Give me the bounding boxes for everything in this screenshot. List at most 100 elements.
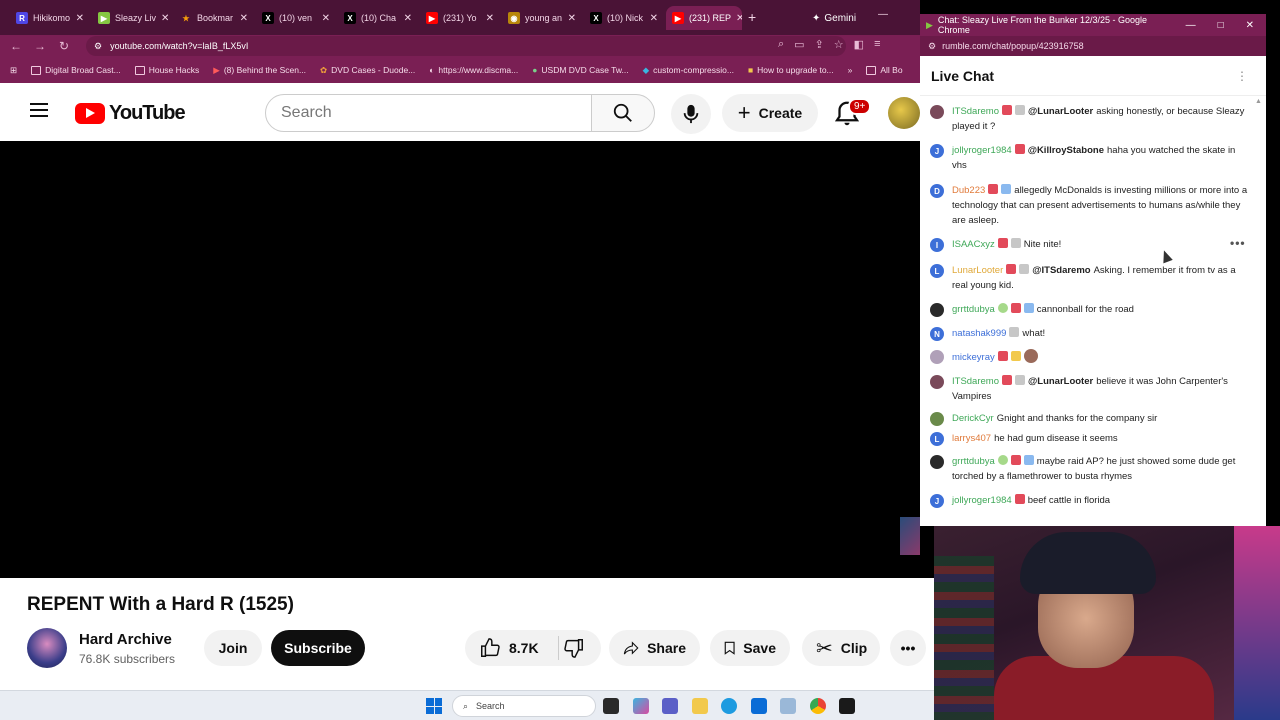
chat-mention[interactable]: @LunarLooter [1028, 376, 1093, 387]
menu-icon[interactable] [30, 103, 48, 117]
user-avatar[interactable]: I [930, 238, 944, 252]
chat-username[interactable]: natashak999 [952, 328, 1006, 339]
cast-icon[interactable]: ▭ [794, 38, 804, 51]
user-avatar[interactable] [930, 375, 944, 389]
browser-tab[interactable]: ◉ young an ✕ [502, 6, 582, 30]
user-avatar[interactable] [930, 455, 944, 469]
forward-icon[interactable]: → [28, 39, 52, 53]
minimize-icon[interactable]: — [1186, 20, 1196, 31]
video-player[interactable] [4, 141, 920, 578]
chat-username[interactable]: jollyroger1984 [952, 145, 1012, 156]
clip-button[interactable]: ✂ Clip [802, 630, 880, 666]
save-button[interactable]: Save [710, 630, 790, 666]
bookmark-item[interactable]: ✿ DVD Cases - Duode... [320, 65, 415, 76]
channel-name[interactable]: Hard Archive [79, 631, 172, 648]
voice-search-button[interactable] [671, 94, 711, 134]
chat-username[interactable]: ITSdaremo [952, 376, 999, 387]
user-avatar[interactable] [930, 350, 944, 364]
site-info-icon[interactable]: ⚙ [94, 41, 102, 52]
channel-avatar[interactable] [27, 628, 67, 668]
reload-icon[interactable]: ↻ [52, 39, 76, 53]
user-avatar[interactable] [930, 412, 944, 426]
user-avatar[interactable] [930, 303, 944, 317]
bookmark-item[interactable]: ■ How to upgrade to... [748, 65, 834, 75]
browser-tab[interactable]: R Hikikomo ✕ [10, 6, 90, 30]
chat-username[interactable]: Dub223 [952, 185, 985, 196]
subscribe-button[interactable]: Subscribe [271, 630, 365, 666]
browser-tab[interactable]: X (10) Cha ✕ [338, 6, 418, 30]
copilot-icon[interactable] [633, 698, 649, 714]
tab-close-icon[interactable]: ✕ [404, 13, 412, 24]
zoom-icon[interactable]: ⌕ [778, 38, 784, 51]
chat-username[interactable]: mickeyray [952, 352, 995, 363]
like-count[interactable]: 8.7K [509, 640, 539, 656]
maximize-icon[interactable]: □ [1218, 20, 1224, 31]
user-avatar[interactable]: J [930, 494, 944, 508]
message-options-icon[interactable]: ••• [1230, 236, 1246, 250]
chat-username[interactable]: grrttdubya [952, 456, 995, 467]
chat-username[interactable]: grrttdubya [952, 304, 995, 315]
browser-tab[interactable]: X (10) ven ✕ [256, 6, 336, 30]
browser-tab[interactable]: ▶ (231) Yo ✕ [420, 6, 500, 30]
close-icon[interactable]: ✕ [1246, 20, 1254, 31]
tab-close-icon[interactable]: ✕ [486, 13, 494, 24]
account-avatar[interactable] [888, 97, 920, 129]
tab-close-icon[interactable]: ✕ [240, 13, 248, 24]
new-tab-button[interactable]: + [748, 9, 756, 25]
user-avatar[interactable]: D [930, 184, 944, 198]
media-icon[interactable]: ≡ [874, 38, 880, 51]
tab-close-icon[interactable]: ✕ [322, 13, 330, 24]
join-button[interactable]: Join [204, 630, 262, 666]
bookmark-item[interactable]: Digital Broad Cast... [31, 65, 121, 75]
chat-username[interactable]: ITSdaremo [952, 106, 999, 117]
bookmark-item[interactable]: ● USDM DVD Case Tw... [532, 65, 628, 75]
task-view-icon[interactable] [603, 698, 619, 714]
chat-mention[interactable]: @KillroyStabone [1028, 145, 1104, 156]
bookmark-item[interactable]: ▶ (8) Behind the Scen... [213, 65, 306, 76]
sidepanel-icon[interactable]: ◧ [854, 38, 864, 51]
teams-icon[interactable] [662, 698, 678, 714]
browser-tab[interactable]: ★ Bookmar ✕ [174, 6, 254, 30]
chat-username[interactable]: jollyroger1984 [952, 495, 1012, 506]
app-icon[interactable] [780, 698, 796, 714]
thumbs-down-icon[interactable] [563, 637, 585, 659]
file-explorer-icon[interactable] [692, 698, 708, 714]
thumbs-up-icon[interactable] [479, 637, 501, 659]
chat-mention[interactable]: @ITSdaremo [1032, 265, 1090, 276]
apps-grid-icon[interactable]: ⊞ [10, 65, 17, 76]
tab-close-icon[interactable]: ✕ [568, 13, 576, 24]
chat-username[interactable]: ISAACxyz [952, 239, 995, 250]
minimize-icon[interactable]: — [878, 9, 910, 20]
tab-close-icon[interactable]: ✕ [76, 13, 84, 24]
bookmark-item[interactable]: ◐ https://www.discma... [429, 65, 518, 75]
bookmark-item[interactable]: ◆ custom-compressio... [643, 65, 734, 76]
gemini-button[interactable]: ✦ Gemini [806, 8, 862, 28]
taskbar-search-input[interactable]: ⌕ Search [452, 695, 596, 717]
tab-close-icon[interactable]: ✕ [736, 13, 742, 24]
chat-menu-icon[interactable]: ⋮ [1234, 68, 1250, 84]
user-avatar[interactable]: L [930, 264, 944, 278]
back-icon[interactable]: ← [4, 39, 28, 53]
edge-icon[interactable] [721, 698, 737, 714]
user-avatar[interactable]: N [930, 327, 944, 341]
chat-scrollbar[interactable] [1255, 98, 1262, 520]
browser-tab-active[interactable]: ▶ (231) REP ✕ [666, 6, 742, 30]
share-page-icon[interactable]: ⇪ [815, 38, 824, 51]
tab-close-icon[interactable]: ✕ [161, 13, 169, 24]
chat-username[interactable]: DerickCyr [952, 413, 994, 424]
chat-username[interactable]: LunarLooter [952, 265, 1003, 276]
bookmark-star-icon[interactable]: ☆ [834, 38, 844, 51]
browser-tab[interactable]: ▶ Sleazy Liv ✕ [92, 6, 172, 30]
user-avatar[interactable]: J [930, 144, 944, 158]
store-icon[interactable] [751, 698, 767, 714]
browser-tab[interactable]: X (10) Nick ✕ [584, 6, 664, 30]
chat-url-bar[interactable]: ⚙ rumble.com/chat/popup/423916758 [920, 36, 1266, 56]
tab-close-icon[interactable]: ✕ [650, 13, 658, 24]
chat-username[interactable]: larrys407 [952, 433, 991, 444]
user-avatar[interactable] [930, 105, 944, 119]
chrome-icon[interactable] [810, 698, 826, 714]
create-button[interactable]: + Create [722, 94, 818, 132]
search-button[interactable] [591, 94, 655, 132]
chat-mention[interactable]: @LunarLooter [1028, 106, 1093, 117]
address-bar[interactable]: ⚙ youtube.com/watch?v=laIB_fLX5vI [86, 36, 846, 56]
